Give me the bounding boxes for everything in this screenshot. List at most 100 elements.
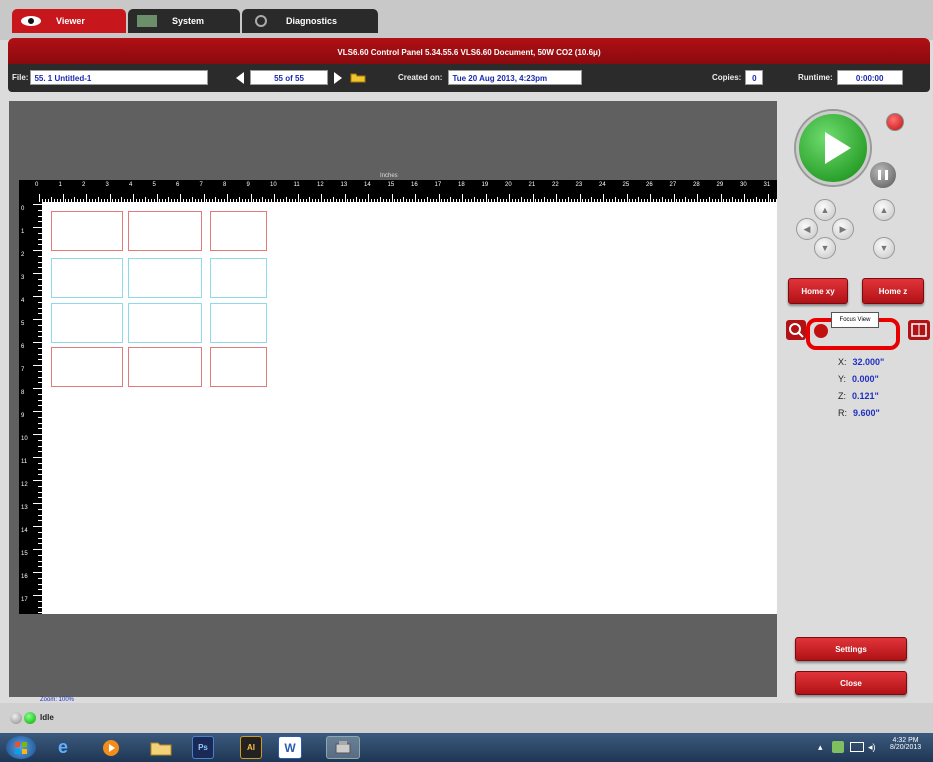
status-green-icon [24, 712, 36, 724]
taskbar: e Ps AI W ▴ ◂) 4:32 PM 8/20/2013 [0, 733, 933, 762]
coord-r: R: 9.600" [838, 408, 880, 418]
ruler-tick [33, 503, 42, 504]
ruler-tick [673, 194, 675, 202]
ruler-tick [33, 411, 42, 412]
windows-logo-icon [15, 741, 27, 754]
chevron-down-icon[interactable]: ▼ [196, 74, 203, 81]
ruler-tick [391, 194, 393, 202]
ruler-tick [579, 194, 581, 202]
ruler-tick [415, 194, 416, 202]
ruler-tick [33, 595, 42, 596]
ruler-tick [33, 457, 42, 458]
tab-diagnostics[interactable]: Diagnostics [242, 9, 378, 33]
job-cell[interactable] [128, 211, 202, 251]
focus-view-tooltip: Focus View [831, 312, 879, 328]
ruler-tick-label: 24 [599, 182, 606, 188]
coord-value: 9.600" [853, 408, 880, 418]
ruler-tick-label: 7 [21, 367, 25, 373]
ruler-tick [203, 194, 205, 202]
job-cell[interactable] [210, 258, 267, 298]
ruler-tick-label: 23 [575, 182, 583, 188]
z-down-button[interactable]: ▼ [873, 237, 895, 259]
next-page-icon[interactable] [334, 71, 342, 84]
job-cell[interactable] [128, 258, 202, 298]
copies-value: 0 [745, 70, 764, 85]
start-button[interactable] [6, 736, 36, 759]
play-icon [825, 132, 851, 164]
ruler-tick [720, 194, 722, 202]
ruler-tick [274, 194, 275, 202]
status-bar: Idle [0, 703, 933, 733]
pause-button[interactable] [868, 160, 898, 190]
coord-value: 0.000" [852, 374, 879, 384]
media-player-icon[interactable] [96, 736, 126, 759]
file-select[interactable]: 55. 1 Untitled-1 [30, 70, 209, 85]
ruler-tick [33, 434, 42, 435]
work-area[interactable] [42, 202, 777, 614]
view-toggle-button[interactable] [908, 320, 930, 340]
folder-icon[interactable] [146, 736, 176, 759]
z-up-button[interactable]: ▲ [873, 199, 895, 221]
ruler-tick-label: 0 [21, 206, 25, 212]
ruler-tick [33, 549, 42, 550]
ruler-tick-label: 5 [21, 321, 25, 327]
job-cell[interactable] [128, 347, 202, 387]
tray-clock[interactable]: 4:32 PM 8/20/2013 [890, 737, 921, 751]
ruler-tick-label: 11 [293, 182, 300, 188]
tray-action-center-icon[interactable] [832, 741, 844, 753]
tray-arrow-icon[interactable]: ▴ [818, 742, 823, 753]
ruler-tick [109, 194, 111, 202]
job-cell[interactable] [51, 347, 123, 387]
job-cell[interactable] [51, 258, 123, 298]
close-button[interactable]: Close [795, 671, 907, 695]
tray-network-icon[interactable] [850, 742, 864, 752]
internet-explorer-icon[interactable]: e [48, 736, 78, 759]
job-cell[interactable] [128, 303, 202, 343]
job-cell[interactable] [210, 211, 267, 251]
photoshop-icon[interactable]: Ps [192, 736, 214, 759]
page-indicator: 55 of 55 [250, 70, 328, 85]
job-cell[interactable] [51, 303, 123, 343]
coord-axis: X: [838, 357, 847, 367]
ruler-tick-label: 2 [21, 252, 25, 258]
jog-left-button[interactable]: ◀ [796, 218, 818, 240]
ruler-tick [33, 273, 42, 274]
tab-label: Viewer [56, 16, 85, 26]
settings-button[interactable]: Settings [795, 637, 907, 661]
job-cell[interactable] [210, 303, 267, 343]
clock-time: 4:32 PM [892, 737, 919, 744]
file-bar: File: 55. 1 Untitled-1 ▼ 55 of 55 Create… [8, 64, 930, 92]
jog-down-button[interactable]: ▼ [814, 237, 836, 259]
coord-x: X: 32.000" [838, 357, 884, 367]
illustrator-icon[interactable]: AI [240, 736, 262, 759]
laser-app-icon[interactable] [326, 736, 360, 759]
runtime-label: Runtime: [798, 73, 833, 82]
prev-page-icon[interactable] [236, 71, 244, 84]
folder-icon[interactable] [350, 71, 366, 85]
ruler-tick [33, 227, 42, 228]
ruler-tick-label: 30 [740, 182, 747, 188]
runtime-value: 0:00:00 [836, 70, 903, 85]
focus-view-button[interactable] [814, 324, 828, 338]
play-button[interactable] [796, 111, 870, 185]
ruler-unit-label: Inches [380, 173, 398, 179]
zoom-button[interactable] [786, 320, 806, 340]
ruler-tick-label: 29 [716, 182, 724, 188]
word-icon[interactable]: W [278, 736, 302, 759]
pause-icon [878, 170, 888, 180]
ruler-tick-label: 31 [763, 182, 771, 188]
jog-up-button[interactable]: ▲ [814, 199, 836, 221]
job-cell[interactable] [210, 347, 267, 387]
jog-right-button[interactable]: ▶ [832, 218, 854, 240]
ruler-tick-label: 1 [21, 229, 25, 235]
home-z-button[interactable]: Home z [862, 278, 924, 304]
coord-z: Z: 0.121" [838, 391, 879, 401]
ruler-tick-label: 3 [105, 182, 109, 188]
tab-viewer[interactable]: Viewer [12, 9, 126, 33]
stop-button[interactable] [886, 113, 904, 131]
tab-system[interactable]: System [128, 9, 240, 33]
home-xy-button[interactable]: Home xy [788, 278, 848, 304]
tray-volume-icon[interactable]: ◂) [868, 742, 876, 753]
ruler-tick-label: 15 [21, 551, 28, 557]
job-cell[interactable] [51, 211, 123, 251]
